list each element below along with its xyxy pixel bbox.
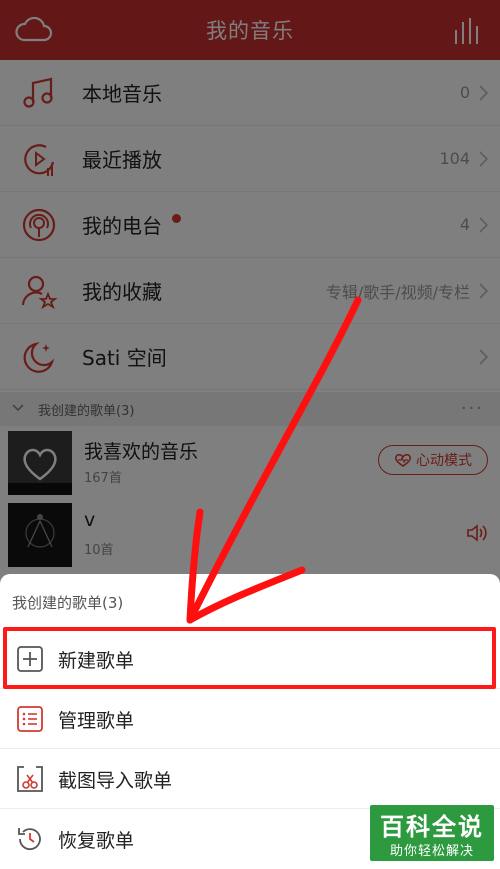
sheet-item-screenshot-import[interactable]: 截图导入歌单 <box>0 749 500 809</box>
sheet-item-label: 截图导入歌单 <box>58 770 173 792</box>
restore-clock-icon <box>18 828 41 851</box>
sheet-item-label: 管理歌单 <box>58 710 135 732</box>
screenshot-import-icon <box>17 766 43 792</box>
sheet-item-label: 恢复歌单 <box>58 830 135 852</box>
watermark-logo: 百科全说 助你轻松解决 <box>370 805 494 861</box>
sheet-title: 我创建的歌单(3) <box>12 594 124 612</box>
watermark-subtitle: 助你轻松解决 <box>389 844 474 859</box>
list-icon <box>17 706 43 732</box>
watermark-title: 百科全说 <box>380 813 484 841</box>
sheet-item-manage-playlists[interactable]: 管理歌单 <box>0 689 500 749</box>
annotation-highlight-box <box>3 627 496 689</box>
